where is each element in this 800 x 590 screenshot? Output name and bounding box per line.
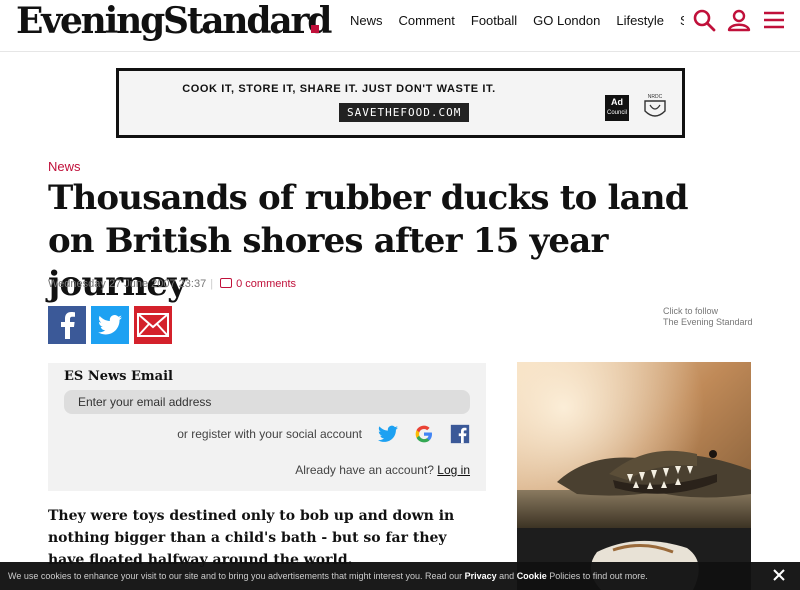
sidebar-promo-image[interactable] [517, 362, 751, 590]
crocodile-photo [517, 362, 751, 590]
twitter-icon [98, 315, 122, 335]
share-email-button[interactable] [134, 306, 172, 344]
nav-shopping[interactable]: Sh [680, 13, 684, 28]
privacy-link[interactable]: Privacy [465, 571, 497, 581]
section-label[interactable]: News [48, 159, 81, 174]
logo-dot [311, 25, 319, 33]
cookie-text-before: We use cookies to enhance your visit to … [8, 571, 463, 581]
follow-line-2: The Evening Standard [663, 317, 753, 327]
main-nav: News Comment Football GO London Lifestyl… [342, 0, 684, 40]
nav-lifestyle[interactable]: Lifestyle [616, 13, 664, 28]
nrdc-logo: NRDC [644, 94, 666, 117]
cookie-policy-link[interactable]: Cookie [517, 571, 547, 581]
nav-football[interactable]: Football [471, 13, 517, 28]
ad-banner[interactable]: COOK IT, STORE IT, SHARE IT. JUST DON'T … [116, 68, 685, 138]
comment-icon [220, 278, 233, 288]
share-twitter-button[interactable] [91, 306, 129, 344]
comments-link[interactable]: 0 comments [220, 278, 296, 290]
publish-date: Wednesday 27 June 2007 23:37 [48, 278, 207, 290]
cookie-and: and [499, 571, 515, 581]
social-register: or register with your social account [177, 424, 470, 444]
newsletter-title: ES News Email [64, 369, 173, 384]
follow-prompt[interactable]: Click to follow The Evening Standard [663, 306, 753, 328]
comments-count: 0 comments [236, 278, 297, 290]
facebook-login-icon[interactable] [450, 424, 470, 444]
ad-council-logo: Ad Council [605, 95, 629, 121]
social-register-text: or register with your social account [177, 427, 362, 441]
article-dateline: Wednesday 27 June 2007 23:37 | 0 comments [48, 278, 297, 290]
google-login-icon[interactable] [414, 424, 434, 444]
share-facebook-button[interactable] [48, 306, 86, 344]
search-icon[interactable] [692, 8, 716, 32]
login-prompt: Already have an account? Log in [295, 463, 470, 477]
menu-icon[interactable] [762, 8, 786, 32]
nav-go-london[interactable]: GO London [533, 13, 600, 28]
nav-news[interactable]: News [350, 13, 383, 28]
site-logo[interactable]: EveningStandard [16, 0, 332, 42]
cookie-banner: We use cookies to enhance your visit to … [0, 562, 800, 590]
nav-comment[interactable]: Comment [399, 13, 455, 28]
close-icon[interactable] [772, 568, 786, 582]
login-link[interactable]: Log in [437, 463, 470, 477]
newsletter-signup: ES News Email or register with your soci… [48, 363, 486, 491]
cookie-text-after: Policies to find out more. [549, 571, 648, 581]
account-icon[interactable] [727, 8, 751, 32]
site-header: EveningStandard News Comment Football GO… [0, 0, 800, 52]
ad-council-top: Ad [611, 97, 623, 107]
follow-line-1: Click to follow [663, 306, 719, 316]
email-icon [137, 313, 169, 337]
ad-council-bottom: Council [606, 110, 627, 116]
ad-headline: COOK IT, STORE IT, SHARE IT. JUST DON'T … [182, 83, 496, 95]
ad-cta-button[interactable]: SAVETHEFOOD.COM [339, 103, 470, 122]
twitter-login-icon[interactable] [378, 424, 398, 444]
nrdc-label: NRDC [648, 94, 663, 100]
facebook-icon [61, 312, 75, 339]
email-input[interactable] [64, 390, 470, 414]
login-prompt-text: Already have an account? [295, 463, 434, 477]
